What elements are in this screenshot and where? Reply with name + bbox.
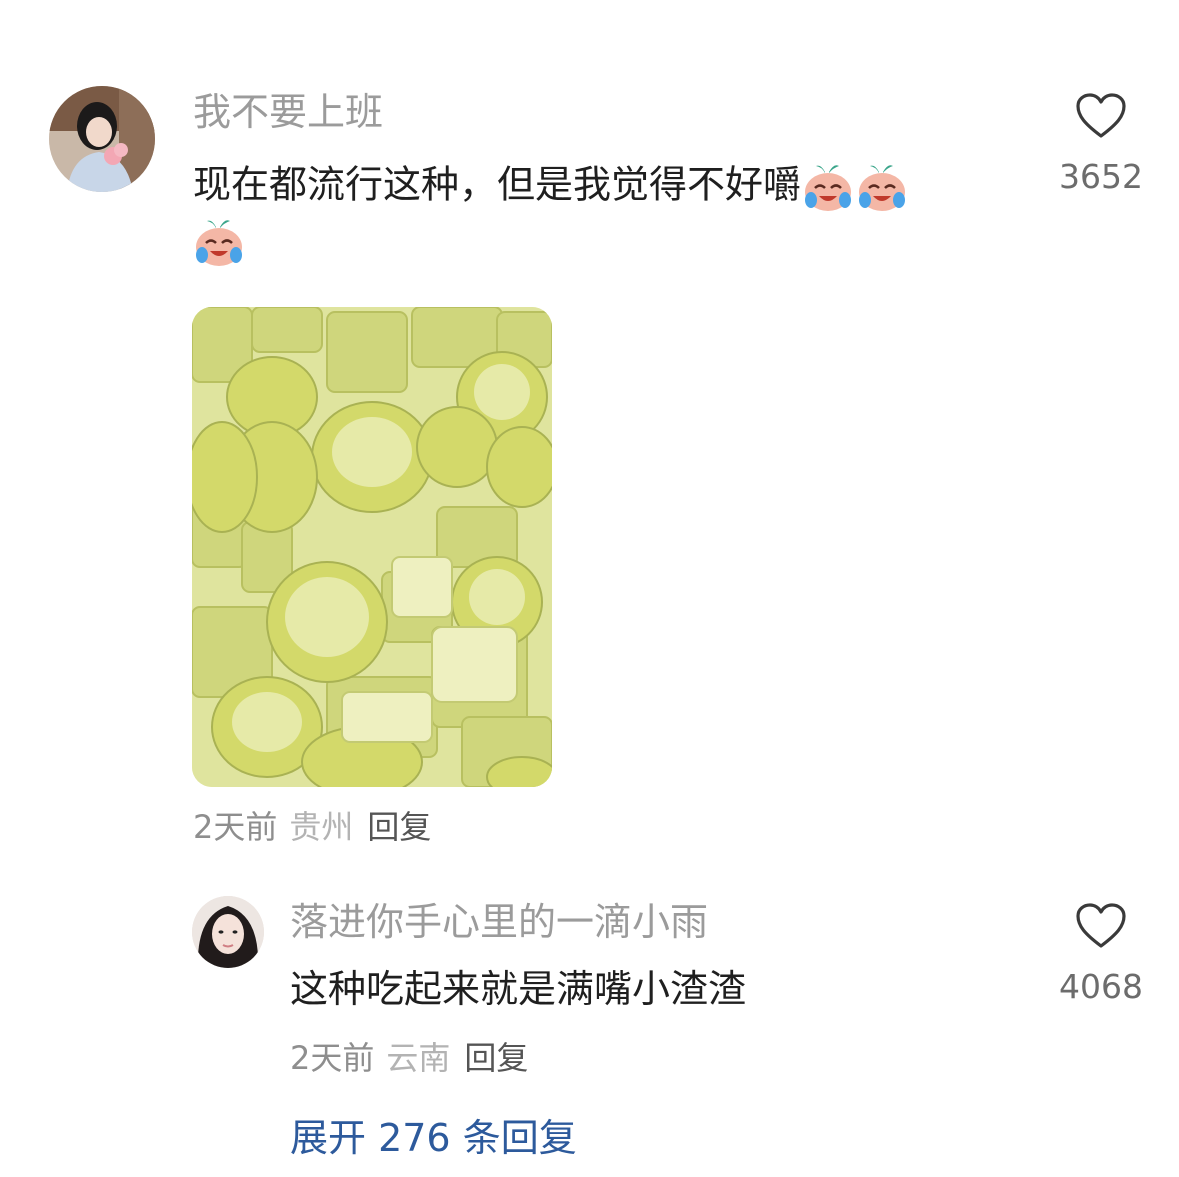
reply-button[interactable]: 回复 xyxy=(464,1039,528,1077)
comment-text: 现在都流行这种，但是我觉得不好嚼 xyxy=(193,160,909,214)
crying-laughing-emoji-icon xyxy=(801,160,855,214)
comment-text-line2 xyxy=(192,215,246,269)
avatar[interactable] xyxy=(192,896,264,968)
avatar-image-icon xyxy=(49,86,155,192)
comment-meta: 2天前 云南 回复 xyxy=(290,1042,528,1074)
sugarcane-photo-icon xyxy=(192,307,552,787)
comment-meta: 2天前 贵州 回复 xyxy=(193,811,431,843)
like-count: 4068 xyxy=(1059,967,1143,1006)
like-button[interactable] xyxy=(1075,92,1127,140)
heart-icon xyxy=(1076,93,1126,138)
comment-text-content: 现在都流行这种，但是我觉得不好嚼 xyxy=(193,162,802,207)
comment-username[interactable]: 落进你手心里的一滴小雨 xyxy=(290,903,708,941)
like-count: 3652 xyxy=(1059,157,1143,196)
comment-image[interactable] xyxy=(192,307,552,787)
comment-text: 这种吃起来就是满嘴小渣渣 xyxy=(290,967,747,1011)
reply-button[interactable]: 回复 xyxy=(367,808,431,846)
comment-time: 2天前 xyxy=(193,808,278,846)
comment-time: 2天前 xyxy=(290,1039,375,1077)
comment-location: 云南 xyxy=(386,1039,451,1077)
crying-laughing-emoji-icon xyxy=(192,215,246,269)
avatar-image-icon xyxy=(192,896,264,968)
crying-laughing-emoji-icon xyxy=(855,160,909,214)
expand-replies-link[interactable]: 展开 276 条回复 xyxy=(290,1119,577,1157)
comment-username[interactable]: 我不要上班 xyxy=(193,93,383,131)
avatar[interactable] xyxy=(49,86,155,192)
like-button[interactable] xyxy=(1075,902,1127,950)
heart-icon xyxy=(1076,903,1126,948)
comment-location: 贵州 xyxy=(289,808,354,846)
